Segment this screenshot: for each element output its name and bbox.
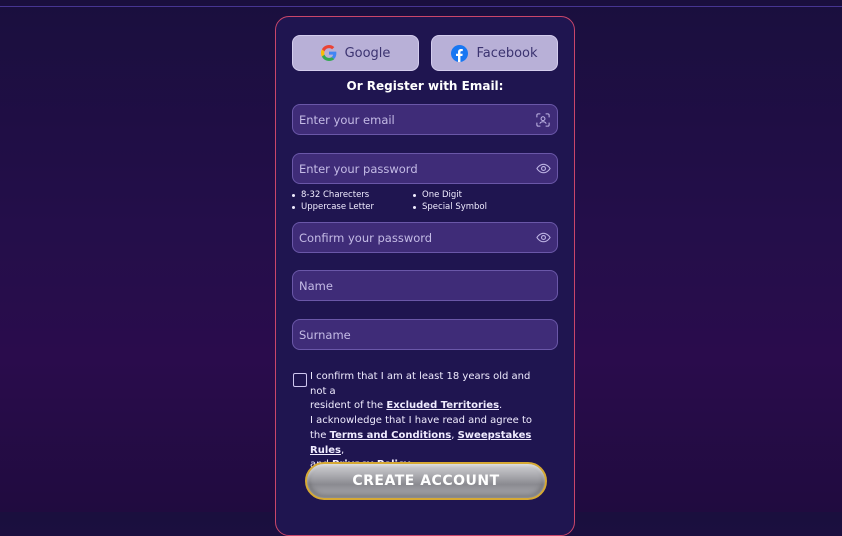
create-account-button[interactable]: CREATE ACCOUNT [305,462,547,500]
password-placeholder: Enter your password [299,161,418,176]
facebook-icon [451,44,469,62]
terms-and-conditions-link[interactable]: Terms and Conditions [330,430,452,441]
google-signin-button[interactable]: Google [292,35,419,71]
eye-icon[interactable] [535,230,551,246]
facebook-label: Facebook [476,45,538,61]
requirement-item: 8-32 Charecters [292,189,374,201]
face-scan-icon[interactable] [535,112,551,128]
name-placeholder: Name [299,278,333,293]
age-terms-checkbox[interactable] [293,373,307,387]
confirm-password-placeholder: Confirm your password [299,230,433,245]
or-register-email-heading: Or Register with Email: [346,79,504,93]
eye-icon[interactable] [535,161,551,177]
requirement-item: One Digit [413,189,487,201]
excluded-territories-link[interactable]: Excluded Territories [386,400,499,411]
facebook-signin-button[interactable]: Facebook [431,35,558,71]
google-icon [320,45,337,61]
requirement-item: Special Symbol [413,201,487,213]
surname-input[interactable]: Surname [292,319,558,350]
password-input[interactable]: Enter your password [292,153,558,184]
google-label: Google [344,45,391,61]
surname-placeholder: Surname [299,327,351,342]
top-divider [0,6,842,7]
email-placeholder: Enter your email [299,112,395,127]
name-input[interactable]: Name [292,270,558,301]
register-card: Google Facebook Or Register with Email: … [275,16,575,536]
confirm-password-input[interactable]: Confirm your password [292,222,558,253]
email-input[interactable]: Enter your email [292,104,558,135]
terms-consent-text: I confirm that I am at least 18 years ol… [310,370,546,473]
requirement-item: Uppercase Letter [292,201,374,213]
